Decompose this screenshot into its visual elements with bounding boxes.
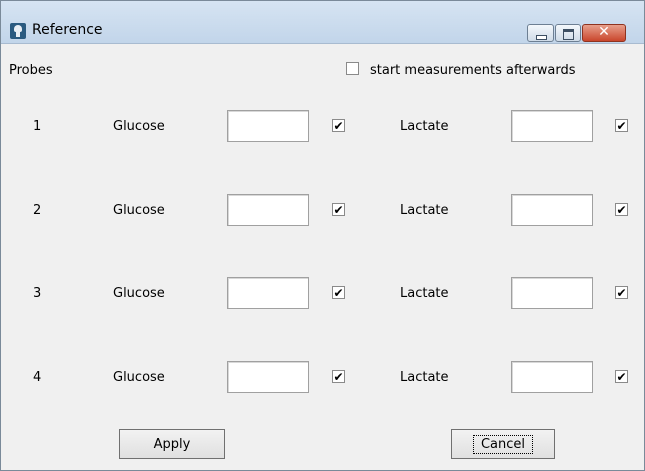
glucose-label: Glucose bbox=[113, 370, 165, 385]
maximize-button[interactable] bbox=[555, 24, 581, 42]
reference-dialog: Reference ✕ Probes start measurements af… bbox=[0, 0, 645, 471]
glucose-checkbox[interactable]: ✔ bbox=[332, 370, 345, 383]
lactate-checkbox[interactable]: ✔ bbox=[615, 370, 628, 383]
glucose-label: Glucose bbox=[113, 119, 165, 134]
lactate-label: Lactate bbox=[400, 119, 449, 134]
apply-button[interactable]: Apply bbox=[119, 429, 225, 459]
glucose-input[interactable] bbox=[227, 110, 309, 142]
lactate-label: Lactate bbox=[400, 203, 449, 218]
glucose-label: Glucose bbox=[113, 203, 165, 218]
close-icon: ✕ bbox=[598, 24, 610, 40]
minimize-button[interactable] bbox=[527, 24, 554, 42]
glucose-checkbox[interactable]: ✔ bbox=[332, 203, 345, 216]
lactate-label: Lactate bbox=[400, 370, 449, 385]
start-measurements-label[interactable]: start measurements afterwards bbox=[370, 63, 576, 78]
probe-row-4: 4 Glucose ✔ Lactate ✔ bbox=[1, 361, 645, 393]
glucose-input[interactable] bbox=[227, 361, 309, 393]
start-measurements-checkbox[interactable] bbox=[346, 62, 359, 75]
probe-number: 4 bbox=[33, 370, 42, 385]
glucose-label: Glucose bbox=[113, 286, 165, 301]
probe-number: 2 bbox=[33, 203, 42, 218]
glucose-input[interactable] bbox=[227, 194, 309, 226]
lactate-input[interactable] bbox=[511, 110, 593, 142]
close-button[interactable]: ✕ bbox=[582, 24, 626, 42]
glucose-input[interactable] bbox=[227, 277, 309, 309]
window-title: Reference bbox=[32, 22, 103, 38]
probe-row-3: 3 Glucose ✔ Lactate ✔ bbox=[1, 277, 645, 309]
lactate-checkbox[interactable]: ✔ bbox=[615, 203, 628, 216]
lactate-input[interactable] bbox=[511, 194, 593, 226]
cancel-button-label: Cancel bbox=[472, 434, 534, 454]
title-bar[interactable]: Reference ✕ bbox=[1, 1, 644, 44]
lactate-input[interactable] bbox=[511, 361, 593, 393]
cancel-button[interactable]: Cancel bbox=[451, 429, 555, 459]
lactate-label: Lactate bbox=[400, 286, 449, 301]
lactate-checkbox[interactable]: ✔ bbox=[615, 286, 628, 299]
lactate-input[interactable] bbox=[511, 277, 593, 309]
probe-number: 1 bbox=[33, 119, 42, 134]
app-icon bbox=[10, 23, 26, 39]
probe-number: 3 bbox=[33, 286, 42, 301]
apply-button-label: Apply bbox=[153, 436, 191, 452]
lactate-checkbox[interactable]: ✔ bbox=[615, 119, 628, 132]
probe-row-1: 1 Glucose ✔ Lactate ✔ bbox=[1, 110, 645, 142]
glucose-checkbox[interactable]: ✔ bbox=[332, 119, 345, 132]
probe-row-2: 2 Glucose ✔ Lactate ✔ bbox=[1, 194, 645, 226]
glucose-checkbox[interactable]: ✔ bbox=[332, 286, 345, 299]
probes-label: Probes bbox=[9, 63, 53, 78]
